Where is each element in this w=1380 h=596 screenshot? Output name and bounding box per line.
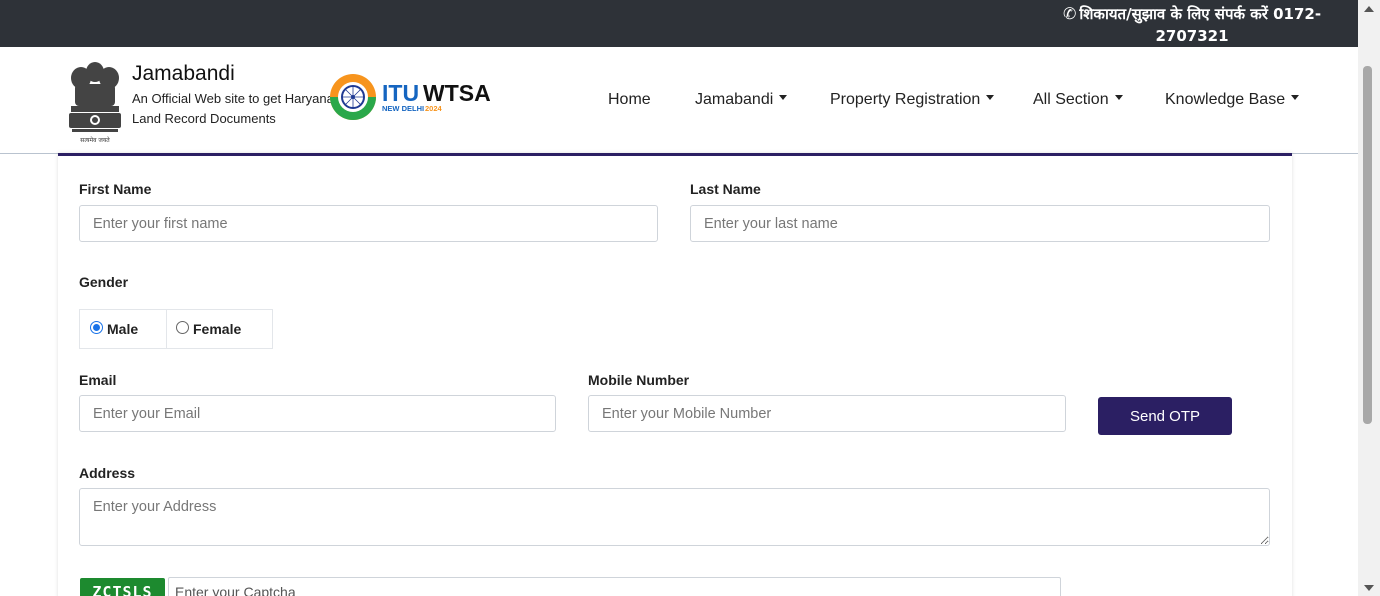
nav-jamabandi[interactable]: Jamabandi <box>695 91 788 109</box>
scroll-down-arrow-icon[interactable] <box>1364 585 1374 591</box>
chevron-down-icon <box>779 95 788 101</box>
site-title: Jamabandi <box>132 62 235 85</box>
nav-knowledge-base[interactable]: Knowledge Base <box>1165 91 1300 109</box>
captcha-image: ZCTSLS <box>80 578 165 596</box>
gender-option-male[interactable]: Male <box>90 310 138 348</box>
chevron-down-icon <box>1114 95 1123 101</box>
first-name-input[interactable] <box>79 205 658 242</box>
contact-info: ✆ शिकायत/सुझाव के लिए संपर्क करें 0172-27… <box>1042 3 1342 47</box>
top-contact-bar: ✆ शिकायत/सुझाव के लिए संपर्क करें 0172-27… <box>0 0 1358 47</box>
divider <box>166 310 167 348</box>
nav-all-section[interactable]: All Section <box>1033 91 1123 109</box>
captcha-input[interactable] <box>168 577 1061 596</box>
scrollbar-thumb[interactable] <box>1363 66 1372 424</box>
address-label: Address <box>79 465 136 481</box>
chevron-down-icon <box>1291 95 1300 101</box>
send-otp-button[interactable]: Send OTP <box>1098 397 1232 435</box>
radio-selected-icon[interactable] <box>90 320 103 334</box>
last-name-input[interactable] <box>690 205 1270 242</box>
nav-home[interactable]: Home <box>608 91 651 109</box>
address-textarea[interactable] <box>79 488 1270 546</box>
gender-label: Gender <box>79 274 129 290</box>
radio-unselected-icon[interactable] <box>176 320 189 334</box>
mobile-input[interactable] <box>588 395 1066 432</box>
email-label: Email <box>79 372 117 388</box>
email-input[interactable] <box>79 395 556 432</box>
contact-text: शिकायत/सुझाव के लिए संपर्क करें 0172-270… <box>1079 5 1322 45</box>
site-header: सत्यमेव जयते Jamabandi An Official Web s… <box>0 47 1358 154</box>
phone-icon: ✆ <box>1062 4 1077 23</box>
scroll-up-arrow-icon[interactable] <box>1364 6 1374 12</box>
chevron-down-icon <box>986 95 995 101</box>
main-nav: Home Jamabandi Property Registration All… <box>0 91 1358 113</box>
page-scrollbar[interactable] <box>1358 0 1380 596</box>
gender-option-female[interactable]: Female <box>176 310 241 348</box>
mobile-label: Mobile Number <box>588 372 690 388</box>
first-name-label: First Name <box>79 181 152 197</box>
last-name-label: Last Name <box>690 181 761 197</box>
gender-radio-group: Male Female <box>79 309 273 349</box>
nav-property-registration[interactable]: Property Registration <box>830 91 995 109</box>
svg-text:सत्यमेव जयते: सत्यमेव जयते <box>80 136 110 144</box>
